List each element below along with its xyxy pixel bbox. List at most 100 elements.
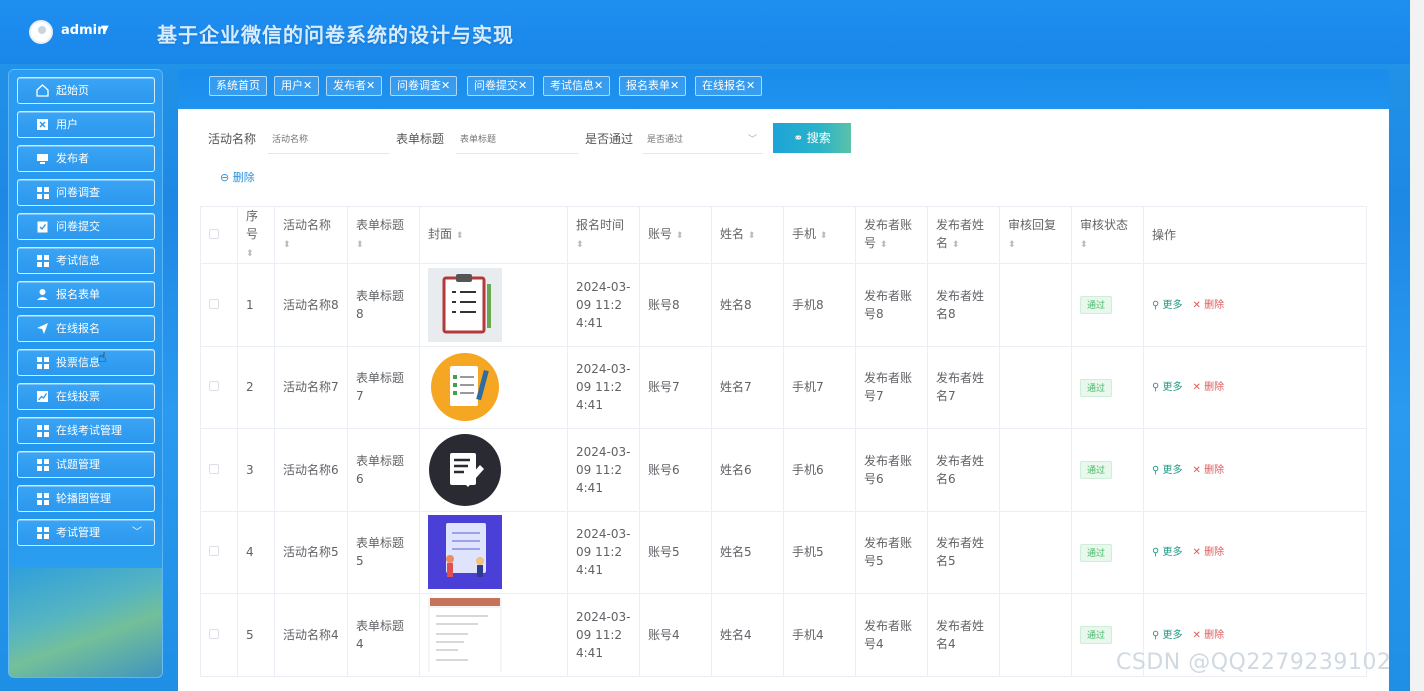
- delete-button[interactable]: ✕ 删除: [1193, 630, 1225, 641]
- user-name[interactable]: admin: [61, 23, 106, 38]
- cover-image[interactable]: [428, 350, 559, 425]
- select-all-checkbox[interactable]: [200, 206, 238, 264]
- sidebar-item-survey-submit[interactable]: 问卷提交: [17, 213, 155, 240]
- cell-form: 表单标题4: [347, 593, 420, 677]
- close-icon[interactable]: ✕: [518, 79, 527, 92]
- batch-delete-button[interactable]: ⊖ 删除: [220, 169, 255, 185]
- sidebar-item-label: 报名表单: [56, 288, 100, 301]
- cell-form: 表单标题6: [347, 428, 420, 512]
- tab-label: 用户: [281, 79, 303, 92]
- grid-icon: [37, 187, 49, 199]
- sidebar-background-image: [9, 568, 162, 677]
- pass-select[interactable]: [643, 126, 763, 154]
- sidebar-item-online-vote[interactable]: 在线投票: [17, 383, 155, 410]
- close-icon[interactable]: ✕: [366, 79, 375, 92]
- sidebar-item-carousel-mgmt[interactable]: 轮播图管理: [17, 485, 155, 512]
- tab-publisher[interactable]: 发布者✕: [326, 76, 383, 96]
- tab-label: 考试信息: [550, 79, 594, 92]
- col-activity[interactable]: 活动名称 ⬍: [274, 206, 348, 264]
- close-icon: ✕: [1192, 547, 1201, 559]
- sort-icon: ⬍: [576, 240, 584, 250]
- tab-survey[interactable]: 问卷调查✕: [390, 76, 458, 96]
- cell-review-reply: [999, 510, 1072, 594]
- tab-exam-info[interactable]: 考试信息✕: [543, 76, 611, 96]
- tab-users[interactable]: 用户✕: [274, 76, 320, 96]
- sidebar-item-exam-info[interactable]: 考试信息: [17, 247, 155, 274]
- sidebar-item-users[interactable]: 用户: [17, 111, 155, 138]
- cell-pub-account: 发布者账号4: [855, 593, 928, 677]
- close-icon[interactable]: ✕: [746, 79, 755, 92]
- col-time[interactable]: 报名时间 ⬍: [567, 206, 640, 264]
- cell-review-status: 通过: [1071, 510, 1144, 594]
- cover-image[interactable]: [428, 267, 559, 342]
- col-name[interactable]: 姓名 ⬍: [711, 206, 784, 264]
- cover-image[interactable]: [428, 597, 559, 672]
- row-checkbox[interactable]: [200, 593, 238, 677]
- cell-index: 4: [237, 510, 275, 594]
- sidebar-item-vote-info[interactable]: 投票信息: [17, 349, 155, 376]
- delete-button[interactable]: ✕ 删除: [1193, 465, 1225, 476]
- sort-icon: ⬍: [356, 240, 364, 250]
- close-icon[interactable]: ✕: [441, 79, 450, 92]
- col-review-reply[interactable]: 审核回复 ⬍: [999, 206, 1072, 264]
- cover-image[interactable]: [428, 432, 559, 507]
- col-pub-account[interactable]: 发布者账号 ⬍: [855, 206, 928, 264]
- cell-ops: ⚲ 更多 ✕ 删除: [1143, 345, 1367, 429]
- col-phone[interactable]: 手机 ⬍: [783, 206, 856, 264]
- pass-filter-label: 是否通过: [585, 132, 634, 146]
- close-icon[interactable]: ✕: [303, 79, 312, 92]
- sidebar-item-start[interactable]: 起始页: [17, 77, 155, 104]
- activity-name-input[interactable]: [268, 126, 390, 154]
- cell-review-reply: [999, 263, 1072, 347]
- tab-home[interactable]: 系统首页: [209, 76, 267, 96]
- col-account[interactable]: 账号 ⬍: [639, 206, 712, 264]
- cell-cover: [419, 428, 568, 512]
- more-button[interactable]: ⚲ 更多: [1152, 547, 1183, 558]
- delete-button[interactable]: ✕ 删除: [1193, 547, 1225, 558]
- cell-review-reply: [999, 428, 1072, 512]
- form-title-input[interactable]: [456, 126, 578, 154]
- sidebar-item-label: 在线投票: [56, 390, 100, 403]
- cell-time: 2024-03-09 11:24:41: [567, 428, 640, 512]
- more-button[interactable]: ⚲ 更多: [1152, 465, 1183, 476]
- sidebar-item-survey[interactable]: 问卷调查: [17, 179, 155, 206]
- batch-delete-label: 删除: [232, 171, 255, 184]
- row-checkbox[interactable]: [200, 428, 238, 512]
- tab-online-signup[interactable]: 在线报名✕: [695, 76, 763, 96]
- delete-button[interactable]: ✕ 删除: [1193, 300, 1225, 311]
- avatar[interactable]: [29, 20, 53, 44]
- sort-icon: ⬍: [455, 231, 464, 241]
- row-checkbox[interactable]: [200, 263, 238, 347]
- more-button[interactable]: ⚲ 更多: [1152, 382, 1183, 393]
- tab-survey-submit[interactable]: 问卷提交✕: [467, 76, 535, 96]
- close-icon[interactable]: ✕: [670, 79, 679, 92]
- more-label: 更多: [1162, 382, 1183, 394]
- search-button[interactable]: ⚭ 搜索: [773, 123, 851, 153]
- cell-account: 账号4: [639, 593, 712, 677]
- col-index[interactable]: 序号 ⬍: [237, 206, 275, 264]
- sidebar-item-online-signup[interactable]: 在线报名: [17, 315, 155, 342]
- sidebar-item-online-exam[interactable]: 在线考试管理: [17, 417, 155, 444]
- sidebar-item-signup-form[interactable]: 报名表单: [17, 281, 155, 308]
- col-pub-name[interactable]: 发布者姓名 ⬍: [927, 206, 1000, 264]
- sidebar-item-exam-mgmt[interactable]: 考试管理 ﹀: [17, 519, 155, 546]
- status-badge: 通过: [1080, 378, 1113, 397]
- sidebar-item-publisher[interactable]: 发布者: [17, 145, 155, 172]
- chevron-down-icon[interactable]: ▼: [101, 24, 109, 35]
- row-checkbox[interactable]: [200, 345, 238, 429]
- cell-review-status: 通过: [1071, 263, 1144, 347]
- tab-signup-form[interactable]: 报名表单✕: [619, 76, 687, 96]
- table-row: 1 活动名称8 表单标题8 2024-03-09 11:24:41 账号8 姓名8 手机8 发…: [200, 263, 1367, 347]
- col-review-status[interactable]: 审核状态 ⬍: [1071, 206, 1144, 264]
- row-checkbox[interactable]: [200, 510, 238, 594]
- col-cover[interactable]: 封面 ⬍: [419, 206, 568, 264]
- cell-form: 表单标题5: [347, 510, 420, 594]
- close-icon[interactable]: ✕: [594, 79, 603, 92]
- cover-image[interactable]: [428, 515, 559, 590]
- col-form[interactable]: 表单标题 ⬍: [347, 206, 420, 264]
- more-button[interactable]: ⚲ 更多: [1152, 630, 1183, 641]
- monitor-icon: [36, 152, 49, 165]
- more-button[interactable]: ⚲ 更多: [1152, 300, 1183, 311]
- sidebar-item-question-mgmt[interactable]: 试题管理: [17, 451, 155, 478]
- delete-button[interactable]: ✕ 删除: [1193, 382, 1225, 393]
